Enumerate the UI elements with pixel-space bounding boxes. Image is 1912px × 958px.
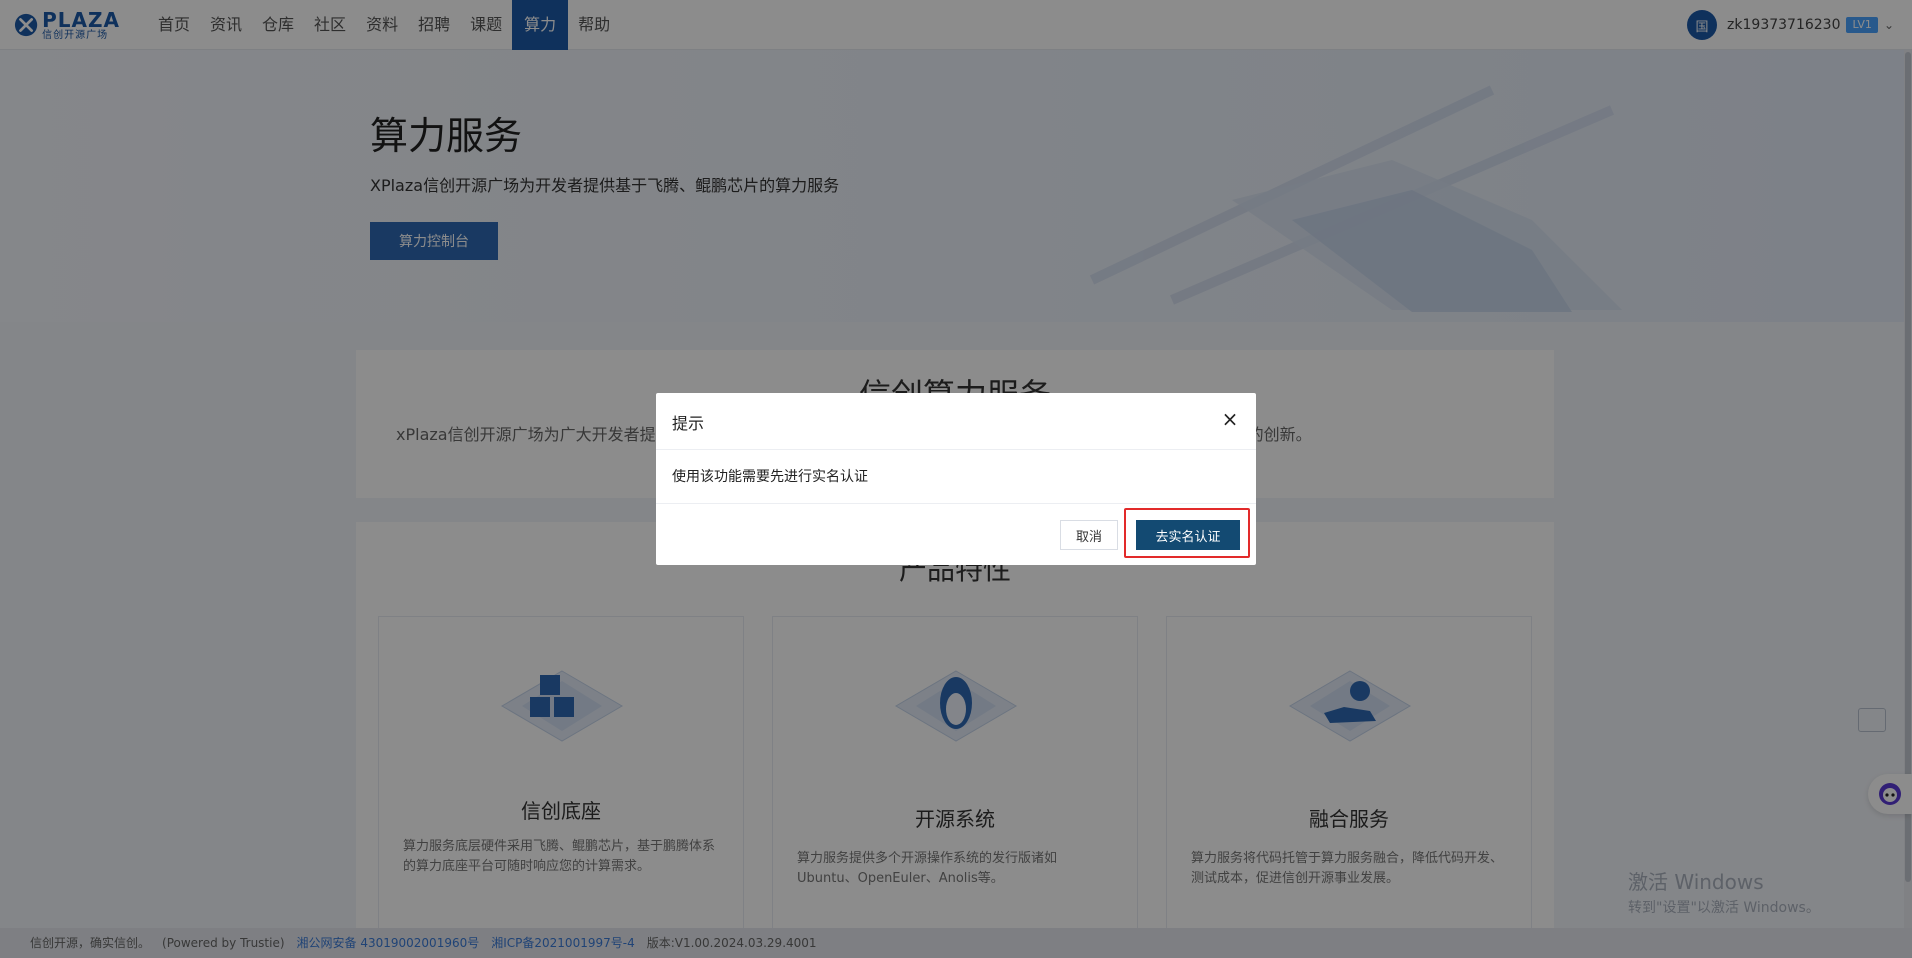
dialog-message: 使用该功能需要先进行实名认证: [672, 469, 868, 485]
dialog-title: 提示: [672, 414, 705, 433]
dialog-header: 提示 ×: [656, 393, 1256, 450]
highlight-box: [1124, 508, 1250, 558]
cancel-button[interactable]: 取消: [1060, 520, 1118, 550]
close-icon[interactable]: ×: [1218, 407, 1242, 431]
realname-dialog: 提示 × 使用该功能需要先进行实名认证 取消 去实名认证: [656, 393, 1256, 565]
dialog-footer: 取消 去实名认证: [656, 503, 1256, 566]
